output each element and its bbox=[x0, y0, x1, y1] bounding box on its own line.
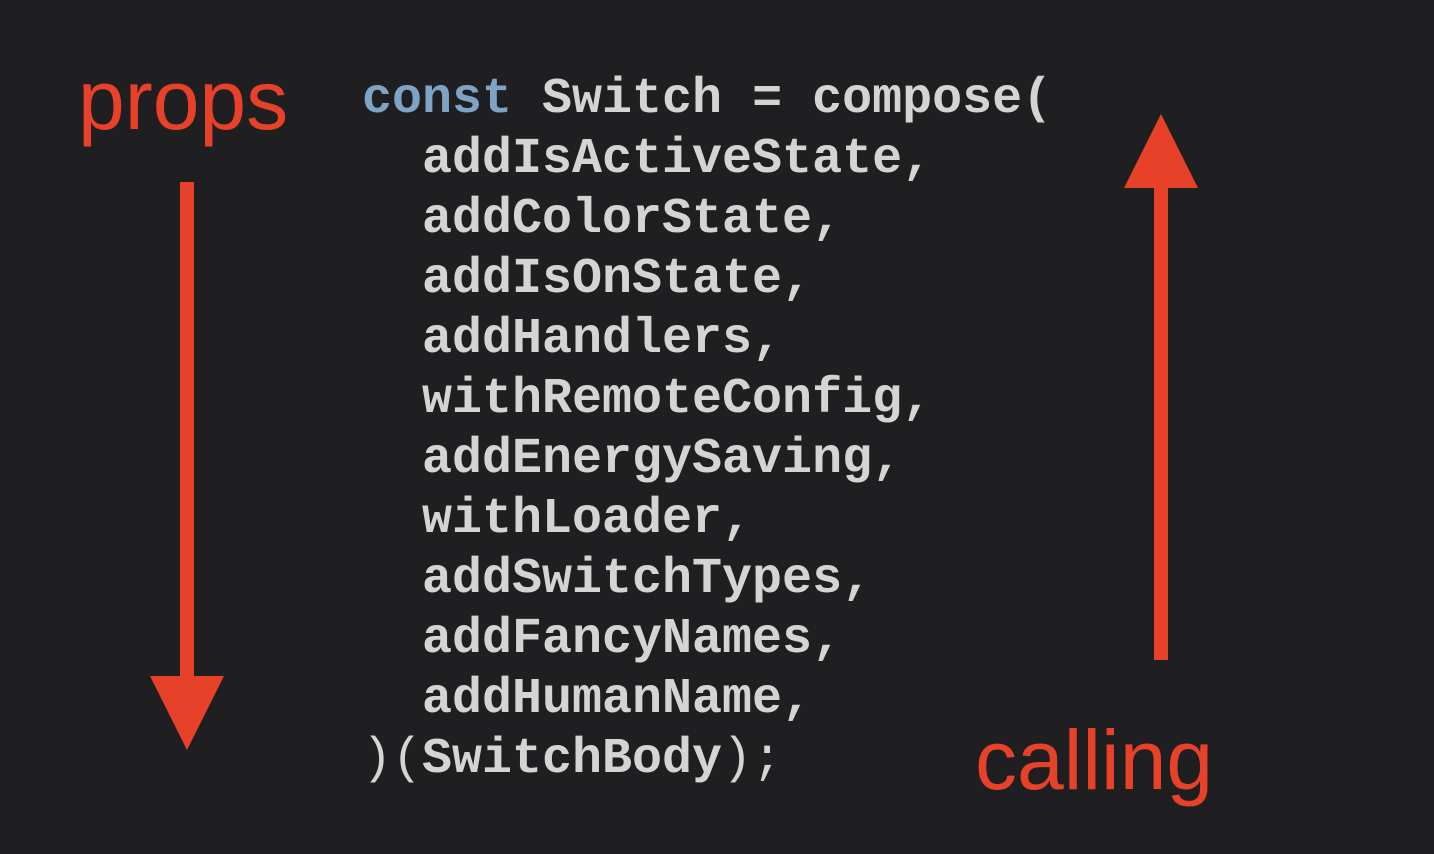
code-line-arg: withLoader, bbox=[422, 491, 753, 548]
calling-label: calling bbox=[975, 713, 1214, 807]
code-line-declaration: const Switch = compose( bbox=[362, 70, 1052, 130]
code-block: const Switch = compose(addIsActiveState,… bbox=[362, 70, 1052, 790]
diagram-canvas: props const Switch = compose(addIsActive… bbox=[0, 0, 1434, 854]
const-keyword: const bbox=[362, 71, 513, 128]
arrow-down-icon bbox=[150, 182, 224, 750]
code-line-arg: addHandlers, bbox=[422, 311, 783, 368]
closing-end: ); bbox=[722, 731, 783, 788]
code-line-arg: addHumanName, bbox=[422, 671, 813, 728]
code-line-arg: addEnergySaving, bbox=[422, 431, 903, 488]
code-line-arg: withRemoteConfig, bbox=[422, 371, 933, 428]
code-line-arg: addFancyNames, bbox=[422, 611, 843, 668]
props-label: props bbox=[78, 53, 289, 147]
arrow-up-icon bbox=[1124, 114, 1198, 660]
declaration-text: Switch = compose( bbox=[512, 71, 1053, 128]
code-line-closing: )(SwitchBody); bbox=[362, 730, 1052, 790]
code-line-arg: addIsOnState, bbox=[422, 251, 813, 308]
code-line-arg: addSwitchTypes, bbox=[422, 551, 873, 608]
closing-open: )( bbox=[362, 731, 423, 788]
code-line-arg: addColorState, bbox=[422, 191, 843, 248]
closing-arg: SwitchBody bbox=[422, 731, 723, 788]
code-line-arg: addIsActiveState, bbox=[422, 131, 933, 188]
